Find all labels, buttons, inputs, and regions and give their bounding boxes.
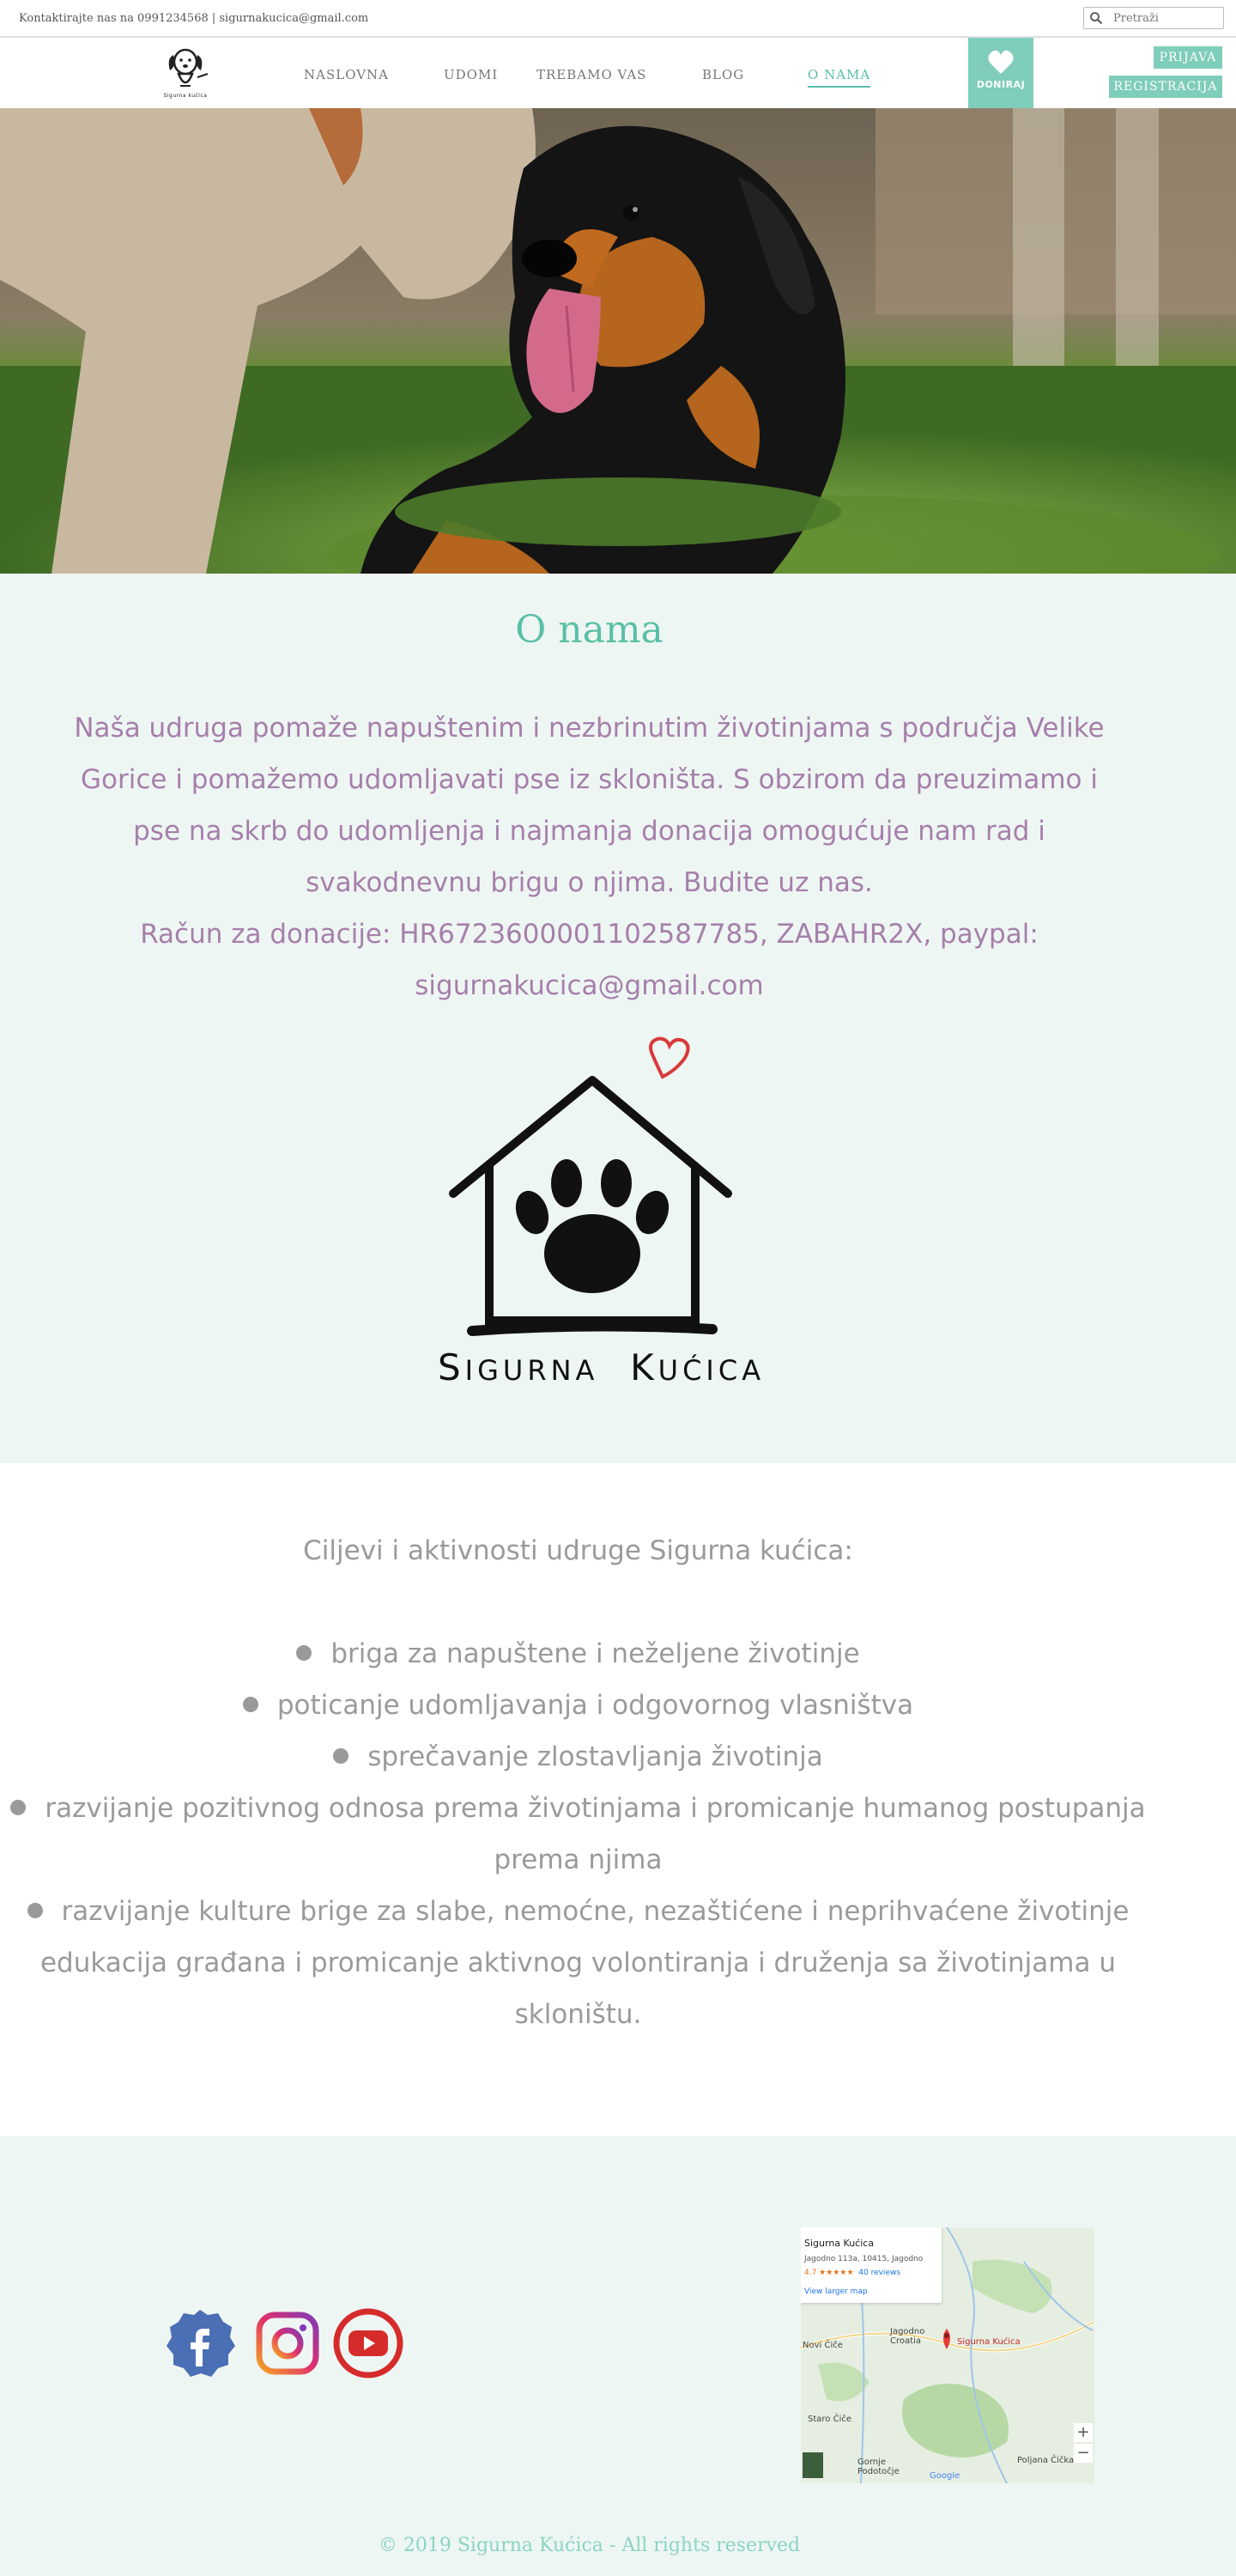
register-button[interactable]: REGISTRACIJA	[1109, 76, 1222, 98]
list-item: razvijanje kulture brige za slabe, nemoć…	[0, 1896, 1156, 1927]
list-item-continued: edukacija građana i promicanje aktivnog …	[39, 1947, 1116, 1978]
nav-item-naslovna[interactable]: NASLOVNA	[304, 67, 389, 82]
bullet-icon	[333, 1747, 349, 1764]
list-item: briga za napuštene i neželjene životinje	[0, 1638, 1156, 1669]
map-zoom-out-button[interactable]: −	[1074, 2444, 1093, 2463]
map-address: Jagodno 113a, 10415, Jagodno	[804, 2255, 924, 2263]
list-item-text: razvijanje pozitivnog odnosa prema život…	[45, 1793, 1146, 1824]
bullet-icon	[27, 1902, 43, 1918]
goals-section: Ciljevi i aktivnosti udruge Sigurna kući…	[0, 1463, 1236, 2136]
sigurna-kucica-logo	[449, 1036, 732, 1336]
youtube-icon[interactable]	[331, 2306, 405, 2380]
map-place-label: Novi Čiče	[803, 2341, 843, 2350]
map-place-label: Jagodno Croatia	[890, 2327, 925, 2346]
map-zoom-in-button[interactable]: +	[1074, 2423, 1093, 2442]
list-item-text: sprečavanje zlostavljanja životinja	[367, 1741, 823, 1772]
main-nav: Sigurna kućica NASLOVNA UDOMI TREBAMO VA…	[0, 39, 1236, 108]
nav-item-udomi[interactable]: UDOMI	[444, 67, 498, 82]
brand-letter-k: K	[630, 1346, 658, 1388]
about-text: Naša udruga pomaže napuštenim i nezbrinu…	[69, 702, 1110, 1012]
donate-label: DONIRAJ	[976, 79, 1026, 90]
nav-item-trebamo-vas[interactable]: TREBAMO VAS	[536, 67, 646, 82]
search-icon[interactable]	[1089, 11, 1103, 25]
search-box[interactable]	[1083, 7, 1224, 29]
top-bar: Kontaktirajte nas na 0991234568 | sigurn…	[0, 0, 1236, 38]
map-place-label: Poljana Čička	[1017, 2456, 1075, 2465]
about-paragraph: Naša udruga pomaže napuštenim i nezbrinu…	[74, 713, 1105, 898]
login-button[interactable]: PRIJAVA	[1154, 46, 1222, 69]
bullet-icon	[10, 1799, 27, 1815]
brand-letter-s: S	[438, 1346, 465, 1388]
list-item-continued: prema njima	[494, 1844, 663, 1875]
list-item-text: poticanje udomljavanja i odgovornog vlas…	[276, 1690, 914, 1721]
brand-name: SIGURNA KUĆICA	[438, 1346, 760, 1388]
contact-info: Kontaktirajte nas na 0991234568 | sigurn…	[19, 12, 369, 25]
google-map[interactable]: Sigurna Kućica Jagodno 113a, 10415, Jago…	[801, 2227, 1094, 2483]
map-reviews[interactable]: 40 reviews	[858, 2269, 900, 2277]
map-place-name: Sigurna Kućica	[804, 2238, 875, 2249]
list-item-text: razvijanje kulture brige za slabe, nemoć…	[61, 1896, 1130, 1927]
list-item-text: briga za napuštene i neželjene životinje	[330, 1638, 860, 1669]
dogs-photo	[0, 108, 1236, 574]
about-section: O nama Naša udruga pomaže napuštenim i n…	[0, 574, 1236, 1463]
map-place-label: Gornje Podotočje	[857, 2458, 900, 2476]
map-larger-link[interactable]: View larger map	[804, 2287, 868, 2296]
search-input[interactable]	[1113, 10, 1220, 26]
nav-item-blog[interactable]: BLOG	[702, 67, 744, 82]
copyright: © 2019 Sigurna Kućica - All rights reser…	[378, 2535, 801, 2556]
site-logo[interactable]: Sigurna kućica	[154, 43, 216, 103]
brand-word-ucica: UĆICA	[657, 1354, 766, 1387]
list-item: sprečavanje zlostavljanja životinja	[0, 1741, 1156, 1772]
list-item-continued: skloništu.	[514, 1999, 642, 2030]
donation-account: Račun za donacije: HR6723600001102587785…	[140, 919, 1039, 1001]
map-place-label: Staro Čiče	[808, 2415, 851, 2424]
map-rating: 4.7 ★★★★★ 40 reviews	[804, 2269, 900, 2277]
bullet-icon	[296, 1644, 312, 1661]
map-pin-label: Sigurna Kućica	[957, 2337, 1021, 2347]
google-logo: Google	[930, 2471, 960, 2481]
goals-intro: Ciljevi i aktivnosti udruge Sigurna kući…	[303, 1535, 853, 1566]
logo-caption: Sigurna kućica	[163, 93, 208, 99]
instagram-icon[interactable]	[251, 2306, 324, 2380]
brand-word-igurna: IGURNA	[464, 1354, 599, 1387]
facebook-icon[interactable]	[163, 2306, 237, 2380]
nav-item-o-nama[interactable]: O NAMA	[808, 67, 871, 88]
map-place-card: Sigurna Kućica Jagodno 113a, 10415, Jago…	[801, 2227, 942, 2303]
dog-logo-icon	[168, 48, 209, 87]
bullet-icon	[242, 1696, 258, 1712]
list-item: razvijanje pozitivnog odnosa prema život…	[0, 1793, 1156, 1824]
page-title: O nama	[515, 608, 663, 652]
hero-image	[0, 108, 1236, 574]
list-item: poticanje udomljavanja i odgovornog vlas…	[0, 1690, 1156, 1721]
map-stars: 4.7 ★★★★★	[804, 2269, 854, 2277]
footer: Sigurna Kućica Jagodno 113a, 10415, Jago…	[0, 2136, 1236, 2576]
